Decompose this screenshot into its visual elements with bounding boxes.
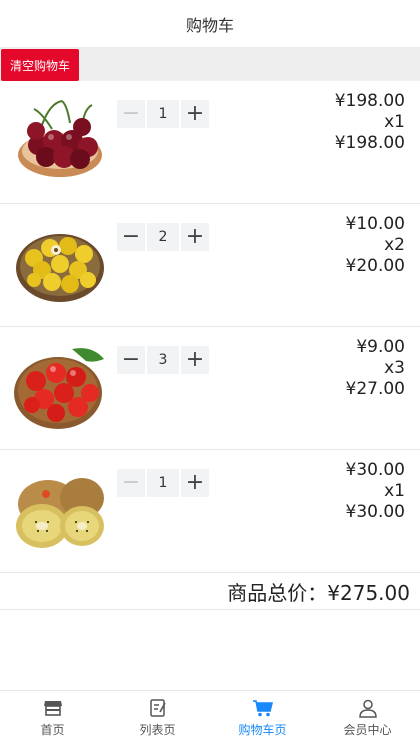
quantity-label: x2 bbox=[384, 235, 405, 255]
edit-list-icon bbox=[147, 697, 169, 719]
quantity-stepper: − 2 + bbox=[117, 223, 209, 251]
product-image-kiwifruit[interactable] bbox=[12, 464, 108, 556]
quantity-input[interactable]: 1 bbox=[147, 100, 179, 128]
cart-icon bbox=[252, 697, 274, 719]
cart-list: − 1 + ¥198.00 x1 ¥198.00 − 2 + ¥10.00 x2… bbox=[0, 80, 420, 610]
cart-item: − 2 + ¥10.00 x2 ¥20.00 bbox=[0, 204, 420, 327]
unit-price: ¥198.00 bbox=[334, 91, 405, 111]
quantity-stepper: − 1 + bbox=[117, 469, 209, 497]
cart-item: − 1 + ¥198.00 x1 ¥198.00 bbox=[0, 81, 420, 204]
product-image-cherries[interactable] bbox=[12, 95, 108, 187]
clear-cart-button[interactable]: 清空购物车 bbox=[1, 49, 79, 81]
quantity-input[interactable]: 2 bbox=[147, 223, 179, 251]
quantity-label: x1 bbox=[384, 481, 405, 501]
decrease-button[interactable]: − bbox=[117, 223, 145, 251]
quantity-label: x3 bbox=[384, 358, 405, 378]
bottom-tabbar: 首页 列表页 购物车页 会员中心 bbox=[0, 690, 420, 744]
quantity-stepper: − 1 + bbox=[117, 100, 209, 128]
cart-toolbar: 清空购物车 bbox=[0, 48, 420, 81]
tab-label: 购物车页 bbox=[238, 723, 287, 737]
nav-bar: 购物车 bbox=[0, 0, 420, 48]
unit-price: ¥10.00 bbox=[345, 214, 405, 234]
decrease-button[interactable]: − bbox=[117, 100, 145, 128]
page-title: 购物车 bbox=[185, 15, 234, 35]
subtotal: ¥30.00 bbox=[345, 502, 405, 522]
product-image-yellow-plums[interactable] bbox=[12, 218, 108, 310]
cart-item: − 3 + ¥9.00 x3 ¥27.00 bbox=[0, 327, 420, 450]
subtotal: ¥20.00 bbox=[345, 256, 405, 276]
user-icon bbox=[357, 697, 379, 719]
increase-button[interactable]: + bbox=[181, 469, 209, 497]
subtotal: ¥27.00 bbox=[345, 379, 405, 399]
decrease-button[interactable]: − bbox=[117, 469, 145, 497]
quantity-label: x1 bbox=[384, 112, 405, 132]
quantity-input[interactable]: 1 bbox=[147, 469, 179, 497]
cart-total: 商品总价：¥275.00 bbox=[0, 573, 420, 610]
tab-cart[interactable]: 购物车页 bbox=[210, 691, 315, 744]
tab-label: 会员中心 bbox=[343, 723, 392, 737]
price-block: ¥30.00 x1 ¥30.00 bbox=[346, 460, 405, 523]
increase-button[interactable]: + bbox=[181, 223, 209, 251]
quantity-stepper: − 3 + bbox=[117, 346, 209, 374]
tab-label: 列表页 bbox=[139, 723, 176, 737]
shop-icon bbox=[42, 697, 64, 719]
tab-member[interactable]: 会员中心 bbox=[315, 691, 420, 744]
unit-price: ¥30.00 bbox=[345, 460, 405, 480]
unit-price: ¥9.00 bbox=[356, 337, 405, 357]
tab-home[interactable]: 首页 bbox=[0, 691, 105, 744]
quantity-input[interactable]: 3 bbox=[147, 346, 179, 374]
price-block: ¥9.00 x3 ¥27.00 bbox=[346, 337, 405, 400]
tab-label: 首页 bbox=[40, 723, 65, 737]
tab-list[interactable]: 列表页 bbox=[105, 691, 210, 744]
cart-item: − 1 + ¥30.00 x1 ¥30.00 bbox=[0, 450, 420, 573]
price-block: ¥10.00 x2 ¥20.00 bbox=[346, 214, 405, 277]
increase-button[interactable]: + bbox=[181, 346, 209, 374]
total-price: 商品总价：¥275.00 bbox=[227, 580, 410, 605]
product-image-tomatoes[interactable] bbox=[12, 341, 108, 433]
subtotal: ¥198.00 bbox=[334, 133, 405, 153]
decrease-button[interactable]: − bbox=[117, 346, 145, 374]
increase-button[interactable]: + bbox=[181, 100, 209, 128]
price-block: ¥198.00 x1 ¥198.00 bbox=[335, 91, 405, 154]
